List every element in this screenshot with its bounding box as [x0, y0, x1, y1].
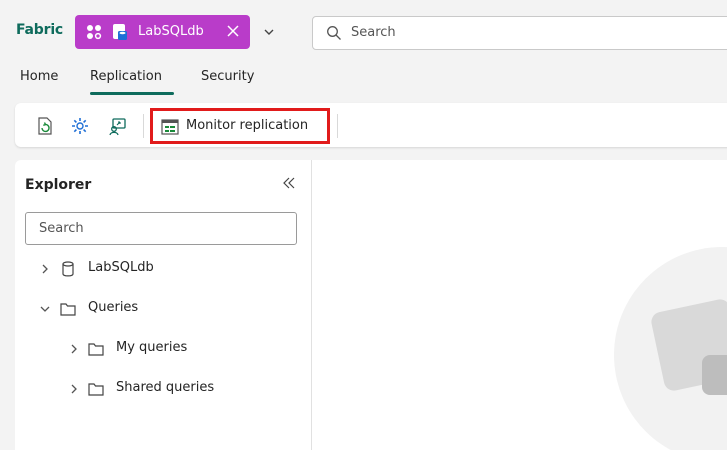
- item-tab-labsqldb[interactable]: LabSQLdb: [75, 15, 250, 49]
- monitor-replication-button[interactable]: Monitor replication: [150, 108, 330, 144]
- search-icon: [327, 26, 341, 40]
- settings-gear-icon[interactable]: [70, 116, 90, 136]
- monitor-icon: [161, 119, 179, 135]
- folder-icon: [88, 343, 104, 356]
- tab-replication[interactable]: Replication: [90, 69, 162, 84]
- tree-label: My queries: [116, 340, 188, 355]
- tree-label: Queries: [88, 300, 139, 315]
- tab-home[interactable]: Home: [20, 69, 58, 84]
- folder-icon: [60, 303, 76, 316]
- toolbar-divider: [337, 114, 338, 138]
- database-icon: [62, 261, 74, 277]
- sql-database-icon: [113, 24, 127, 40]
- main-canvas: [312, 160, 727, 450]
- tab-security[interactable]: Security: [201, 69, 254, 84]
- chevron-down-icon[interactable]: [39, 303, 51, 315]
- tree-item-my-queries[interactable]: My queries: [15, 339, 305, 361]
- item-tab-label: LabSQLdb: [138, 24, 204, 39]
- monitor-replication-label: Monitor replication: [186, 118, 309, 133]
- chevron-right-icon[interactable]: [39, 263, 51, 275]
- tree-label: Shared queries: [116, 380, 215, 395]
- collapse-pane-icon[interactable]: [281, 175, 297, 191]
- empty-state-illustration: [614, 247, 727, 450]
- refresh-icon[interactable]: [35, 116, 55, 136]
- close-icon[interactable]: [224, 22, 242, 40]
- chevron-right-icon[interactable]: [68, 383, 80, 395]
- fabric-brand[interactable]: Fabric: [16, 22, 63, 38]
- explorer-title: Explorer: [25, 177, 92, 193]
- toolbar-divider: [143, 114, 144, 138]
- explorer-pane: Explorer Search LabSQLdb Queries My quer…: [15, 160, 312, 450]
- search-placeholder: Search: [351, 25, 396, 40]
- search-input[interactable]: Search: [312, 16, 727, 50]
- ribbon-toolbar: Monitor replication: [15, 103, 727, 147]
- tree-item-labsqldb[interactable]: LabSQLdb: [15, 259, 305, 281]
- explorer-search-placeholder: Search: [39, 221, 84, 236]
- replication-icon[interactable]: [108, 116, 128, 136]
- folder-icon: [88, 383, 104, 396]
- tree-label: LabSQLdb: [88, 260, 154, 275]
- top-bar: Fabric LabSQLdb Search: [0, 0, 727, 62]
- ribbon-tabs: Home Replication Security: [0, 62, 727, 98]
- explorer-search-input[interactable]: Search: [25, 212, 297, 245]
- tree-item-queries[interactable]: Queries: [15, 299, 305, 321]
- chevron-down-icon[interactable]: [262, 25, 276, 39]
- tree-item-shared-queries[interactable]: Shared queries: [15, 379, 305, 401]
- workspace-icon: [87, 25, 102, 40]
- chevron-right-icon[interactable]: [68, 343, 80, 355]
- active-tab-indicator: [90, 92, 174, 95]
